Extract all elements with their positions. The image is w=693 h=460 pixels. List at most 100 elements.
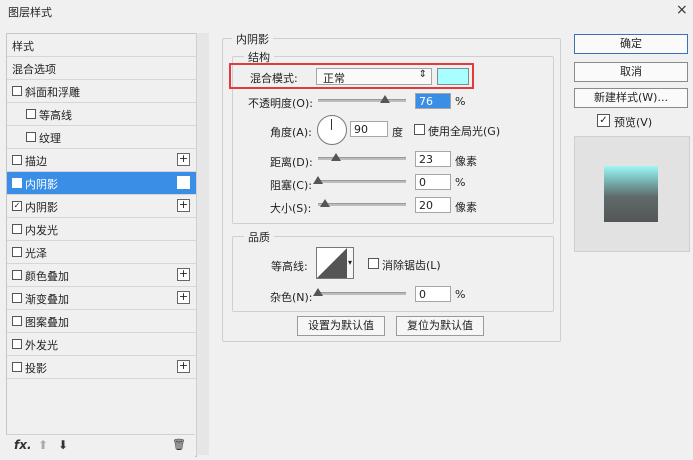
angle-dial[interactable] [317,115,347,145]
title-bar: 图层样式 × [0,0,693,22]
blend-mode-value: 正常 [323,72,345,85]
style-item-label: 投影 [25,362,47,375]
cancel-button[interactable]: 取消 [574,62,688,82]
style-list-item[interactable]: 外发光 [7,333,196,356]
style-list-item[interactable]: 描边 + [7,149,196,172]
size-slider-thumb[interactable] [320,199,331,207]
style-list-item[interactable]: 内发光 [7,218,196,241]
size-input[interactable]: 20 [415,197,451,213]
angle-label: 角度(A): [270,126,312,139]
set-default-button[interactable]: 设置为默认值 [297,316,385,336]
global-light-checkbox[interactable] [414,124,425,135]
style-item-label: 斜面和浮雕 [25,86,80,99]
style-checkbox[interactable] [12,155,22,165]
style-item-label: 描边 [25,155,47,168]
style-checkbox[interactable] [12,293,22,303]
style-checkbox[interactable]: ✓ [12,201,22,211]
style-item-label: 样式 [12,40,34,53]
style-list-item[interactable]: 混合选项 [7,57,196,80]
style-list-item[interactable]: 斜面和浮雕 [7,80,196,103]
style-checkbox[interactable] [26,132,36,142]
noise-slider-track[interactable] [318,292,406,295]
opacity-unit: % [455,95,466,108]
updown-arrow-icon: ⇕ [418,69,427,80]
style-item-label: 内阴影 [25,178,58,191]
style-checkbox[interactable] [12,339,22,349]
style-list-items: 样式 混合选项 斜面和浮雕 等高线 纹理 描边 + ✓ 内阴影 + ✓ 内阴影 + 内发光 光泽 颜色叠加 + 渐… [7,34,196,434]
preview-swatch [604,166,658,222]
distance-slider-thumb[interactable] [330,153,341,161]
style-checkbox[interactable] [12,224,22,234]
distance-input[interactable]: 23 [415,151,451,167]
contour-dropdown-icon[interactable]: ▾ [347,247,354,279]
angle-unit: 度 [392,126,403,139]
choke-slider-track[interactable] [318,180,406,183]
add-effect-icon[interactable]: + [177,199,190,212]
style-checkbox[interactable] [12,86,22,96]
new-style-button[interactable]: 新建样式(W)... [574,88,688,108]
distance-label: 距离(D): [270,156,313,169]
choke-unit: % [455,176,466,189]
style-checkbox[interactable] [12,247,22,257]
style-list-item[interactable]: 渐变叠加 + [7,287,196,310]
noise-slider-thumb[interactable] [313,288,323,296]
close-icon[interactable]: × [676,2,688,18]
preview-area [574,136,690,252]
add-effect-icon[interactable]: + [177,360,190,373]
blend-mode-select[interactable]: 正常 ⇕ [316,68,432,85]
style-list-item[interactable]: 图案叠加 [7,310,196,333]
opacity-slider-thumb[interactable] [379,95,390,103]
style-list-item[interactable]: 光泽 [7,241,196,264]
noise-unit: % [455,288,466,301]
ok-button[interactable]: 确定 [574,34,688,54]
style-item-label: 外发光 [25,339,58,352]
style-list-item[interactable]: 等高线 [7,103,196,126]
anti-alias-checkbox[interactable] [368,258,379,269]
section-title: 内阴影 [232,31,273,47]
style-checkbox[interactable] [12,316,22,326]
fx-icon[interactable]: fx. [14,438,32,452]
move-up-icon[interactable]: ⬆ [38,438,48,452]
choke-label: 阻塞(C): [270,179,312,192]
opacity-slider-track[interactable] [318,99,406,102]
move-down-icon[interactable]: ⬇ [58,438,68,452]
preview-checkbox[interactable]: ✓ [597,114,610,127]
noise-label: 杂色(N): [270,291,313,304]
shadow-color-swatch[interactable] [437,68,469,85]
size-label: 大小(S): [270,202,312,215]
style-checkbox[interactable] [12,362,22,372]
style-item-label: 纹理 [39,132,61,145]
opacity-input[interactable]: 76 [415,93,451,109]
angle-input[interactable]: 90 [350,121,388,137]
contour-preview-icon [317,248,347,278]
add-effect-icon[interactable]: + [177,176,190,189]
size-slider-track[interactable] [318,203,406,206]
add-effect-icon[interactable]: + [177,291,190,304]
noise-input[interactable]: 0 [415,286,451,302]
style-checkbox[interactable]: ✓ [12,178,22,188]
style-list-scrollbar[interactable] [196,33,209,455]
style-list-item[interactable]: 投影 + [7,356,196,379]
choke-input[interactable]: 0 [415,174,451,190]
reset-default-button[interactable]: 复位为默认值 [396,316,484,336]
anti-alias-label: 消除锯齿(L) [382,259,441,272]
style-checkbox[interactable] [26,109,36,119]
style-list-item[interactable]: ✓ 内阴影 + [7,172,196,195]
size-unit: 像素 [455,201,477,214]
style-checkbox[interactable] [12,270,22,280]
contour-label: 等高线: [271,260,308,273]
add-effect-icon[interactable]: + [177,268,190,281]
angle-needle [331,119,332,130]
style-item-label: 等高线 [39,109,72,122]
add-effect-icon[interactable]: + [177,153,190,166]
style-list-item[interactable]: ✓ 内阴影 + [7,195,196,218]
trash-icon[interactable]: 🗑 [172,438,186,451]
contour-picker[interactable] [316,247,348,279]
style-list-item[interactable]: 颜色叠加 + [7,264,196,287]
style-list-item[interactable]: 样式 [7,34,196,57]
quality-title: 品质 [244,229,274,245]
preview-label: 预览(V) [614,116,653,129]
choke-slider-thumb[interactable] [313,176,323,184]
style-item-label: 光泽 [25,247,47,260]
style-list-item[interactable]: 纹理 [7,126,196,149]
